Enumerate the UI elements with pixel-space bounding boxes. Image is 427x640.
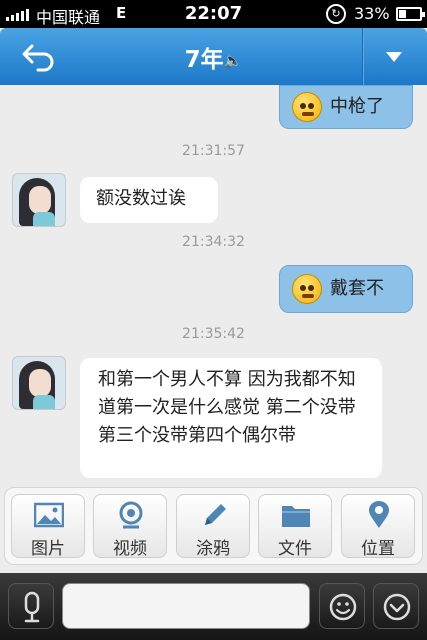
pencil-icon xyxy=(205,504,226,525)
message-list[interactable]: 中枪了 21:31:57 额没数过诶 21:34:32 戴套不 21:35:42… xyxy=(0,85,427,485)
contact-avatar[interactable] xyxy=(12,356,66,410)
smirk-emoji-icon xyxy=(292,274,322,304)
image-icon xyxy=(34,502,64,528)
video-label: 视频 xyxy=(113,539,147,559)
input-bar xyxy=(0,573,427,640)
header-divider xyxy=(363,28,364,85)
message-text: 戴套不 xyxy=(330,278,384,299)
status-bar: 中国联通 E 22:07 ↻ 33% xyxy=(0,0,427,28)
message-text: 中枪了 xyxy=(330,96,384,117)
emoji-button[interactable] xyxy=(319,583,365,629)
collapse-panel-button[interactable] xyxy=(373,583,419,629)
message-text: 额没数过诶 xyxy=(96,188,186,209)
shocked-emoji-icon xyxy=(292,92,322,122)
speaker-icon: 🔈 xyxy=(223,51,243,70)
file-button[interactable]: 文件 xyxy=(258,494,332,559)
outgoing-message[interactable]: 中枪了 xyxy=(279,85,413,129)
incoming-message[interactable]: 额没数过诶 xyxy=(80,177,218,223)
outgoing-message[interactable]: 戴套不 xyxy=(279,265,413,313)
message-input[interactable] xyxy=(62,583,310,629)
video-icon xyxy=(119,501,143,529)
battery-percent: 33% xyxy=(354,4,390,23)
battery-icon xyxy=(396,7,425,21)
video-button[interactable]: 视频 xyxy=(93,494,167,559)
chevron-down-circle-icon xyxy=(383,593,411,621)
image-label: 图片 xyxy=(31,539,65,559)
location-button[interactable]: 位置 xyxy=(341,494,415,559)
dropdown-menu-button[interactable] xyxy=(386,52,402,62)
incoming-message[interactable]: 和第一个男人不算 因为我都不知道第一次是什么感觉 第二个没带第三个没带第四个偶尔… xyxy=(80,358,382,478)
message-timestamp: 21:35:42 xyxy=(182,326,245,342)
contact-name: 7年 xyxy=(184,47,224,73)
contact-avatar[interactable] xyxy=(12,173,66,227)
location-pin-icon xyxy=(369,501,389,528)
message-timestamp: 21:31:57 xyxy=(182,143,245,159)
folder-icon xyxy=(282,506,310,527)
chat-header: 7年🔈 xyxy=(0,28,427,85)
image-button[interactable]: 图片 xyxy=(11,494,85,559)
smiley-icon xyxy=(329,593,357,621)
doodle-button[interactable]: 涂鸦 xyxy=(176,494,250,559)
location-label: 位置 xyxy=(361,539,395,559)
voice-button[interactable] xyxy=(8,583,54,629)
message-timestamp: 21:34:32 xyxy=(182,234,245,250)
attachment-panel: 图片 视频 涂鸦 文件 位置 xyxy=(4,487,423,565)
doodle-label: 涂鸦 xyxy=(196,539,230,559)
file-label: 文件 xyxy=(278,539,312,559)
message-text: 和第一个男人不算 因为我都不知道第一次是什么感觉 第二个没带第三个没带第四个偶尔… xyxy=(98,369,356,446)
microphone-icon xyxy=(24,591,40,623)
rotation-lock-icon: ↻ xyxy=(326,4,346,24)
